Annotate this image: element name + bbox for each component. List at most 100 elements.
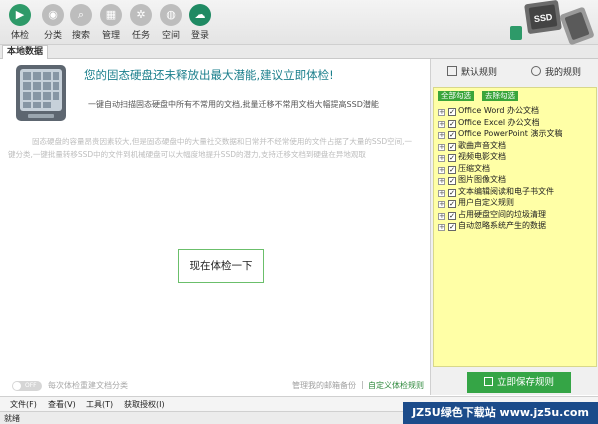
expand-icon[interactable]: + (438, 143, 445, 151)
toolbar-label: 分类 (43, 31, 62, 41)
rule-label: 用户自定义规则 (458, 198, 514, 207)
smiley-icon (531, 66, 541, 76)
rule-label: 视频电影文档 (458, 152, 506, 161)
expand-icon[interactable]: + (438, 224, 445, 231)
tab-local-data[interactable]: 本地数据 (2, 45, 49, 59)
main-panel: 您的固态硬盘还未释放出最大潜能,建议立即体检! 一键自动扫描固态硬盘中所有不常用… (0, 59, 430, 395)
menu-tools[interactable]: 工具(T) (86, 399, 113, 410)
rule-item[interactable]: + ✓ 视频电影文档 (438, 151, 598, 163)
tab-my-rules[interactable]: 我的规则 (531, 65, 581, 78)
toolbar-button-health-check[interactable]: ▶ 体检 (6, 2, 34, 42)
tab-strip: 本地数据 (0, 45, 598, 59)
gear-icon: ✲ (130, 4, 152, 26)
rule-item[interactable]: + ✓ 歌曲声音文档 (438, 140, 598, 152)
rule-item[interactable]: + ✓ Office PowerPoint 演示文稿 (438, 128, 598, 140)
rule-checkbox[interactable]: ✓ (448, 200, 456, 208)
tab-default-label: 默认规则 (461, 68, 498, 78)
rules-list: + ✓ Office Word 办公文档 + ✓ Office Excel 办公文档 + ✓ O… (438, 105, 598, 232)
site-watermark: JZ5U绿色下载站 www.jz5u.com (403, 402, 598, 424)
save-rules-label: 立即保存规则 (496, 377, 554, 388)
expand-icon[interactable]: + (438, 178, 445, 185)
expand-icon[interactable]: + (438, 189, 445, 197)
health-check-icon: ▶ (9, 4, 31, 26)
rule-label: 压缩文档 (458, 163, 490, 173)
toggle-state: OFF (25, 382, 37, 389)
toolbar-button-space[interactable]: ◍ 空间 (157, 2, 185, 42)
document-icon (447, 66, 457, 76)
menu-view[interactable]: 查看(V) (48, 399, 76, 410)
rule-checkbox[interactable]: ✓ (448, 154, 456, 162)
toolbar-button-manage[interactable]: ▦ 管理 (97, 2, 125, 42)
status-text: 就绪 (4, 414, 20, 423)
link-separator: | (361, 380, 364, 389)
toolbar-button-tasks[interactable]: ✲ 任务 (127, 2, 155, 42)
toolbar-button-login[interactable]: ☁ 登录 (186, 2, 214, 42)
menu-license[interactable]: 获取授权(I) (124, 399, 165, 410)
rules-panel: 默认规则 我的规则 全部勾选 去除勾选 + ✓ Office Word 办公文档 + ✓… (430, 59, 598, 395)
rule-item[interactable]: + ✓ 文本编辑阅读和电子书文件 (438, 186, 598, 198)
toolbar-label: 任务 (131, 31, 150, 41)
save-rules-button[interactable]: 立即保存规则 (467, 372, 571, 393)
select-all-button[interactable]: 全部勾选 (438, 91, 474, 101)
rules-tabs: 默认规则 我的规则 (431, 59, 598, 87)
rule-checkbox[interactable]: ✓ (448, 142, 456, 151)
ssd-drive-icon (16, 65, 66, 121)
rule-item[interactable]: + ✓ Office Excel 办公文档 (438, 117, 598, 129)
toolbar-label: 空间 (161, 31, 180, 41)
top-toolbar: ▶ 体检 ◉ 分类 ⌕ 搜索 ▦ 管理 ✲ 任务 ◍ 空间 ☁ 登录 SSD (0, 0, 598, 45)
cloud-icon: ☁ (189, 4, 211, 26)
rule-label: 自动忽略系统产生的数据 (458, 221, 546, 230)
ssd-banner-art: SSD (510, 0, 594, 45)
toolbar-button-classify[interactable]: ◉ 分类 (39, 2, 67, 42)
toolbar-label: 登录 (190, 31, 209, 41)
toggle-knob (13, 382, 21, 390)
expand-icon[interactable]: + (438, 155, 445, 162)
rule-checkbox[interactable]: ✓ (448, 108, 456, 116)
rule-item[interactable]: + ✓ Office Word 办公文档 (438, 105, 598, 117)
subline: 一键自动扫描固态硬盘中所有不常用的文档,批量迁移不常用文档大幅提高SSD潜能 (88, 100, 379, 109)
expand-icon[interactable]: + (438, 201, 445, 208)
rule-label: 歌曲声音文档 (458, 140, 506, 150)
expand-icon[interactable]: + (438, 120, 445, 128)
manage-backup-link[interactable]: 管理我的邮箱备份 (292, 380, 356, 391)
rule-checkbox[interactable]: ✓ (448, 177, 456, 185)
save-disk-icon (483, 377, 493, 386)
tab-mine-label: 我的规则 (545, 68, 582, 78)
expand-icon[interactable]: + (438, 109, 445, 116)
rule-label: Office Word 办公文档 (458, 106, 539, 115)
rule-checkbox[interactable]: ✓ (448, 223, 456, 231)
expand-icon[interactable]: + (438, 212, 445, 220)
rule-checkbox[interactable]: ✓ (448, 119, 456, 128)
rule-item[interactable]: + ✓ 自动忽略系统产生的数据 (438, 220, 598, 232)
toolbar-button-search[interactable]: ⌕ 搜索 (67, 2, 95, 42)
rule-checkbox[interactable]: ✓ (448, 165, 456, 174)
description: 固态硬盘的容量昂贵因素较大,但是固态硬盘中的大量社交数据和日常并不经常使用的文件… (8, 137, 413, 159)
rule-label: 文本编辑阅读和电子书文件 (458, 186, 554, 196)
rebuild-toggle[interactable]: OFF (12, 381, 42, 391)
location-pin-icon: ◉ (42, 4, 64, 26)
search-icon: ⌕ (70, 4, 92, 26)
expand-icon[interactable]: + (438, 132, 445, 139)
rule-item[interactable]: + ✓ 占用硬盘空间的垃圾清理 (438, 209, 598, 221)
toolbar-label: 搜索 (71, 31, 90, 41)
start-check-button[interactable]: 现在体检一下 (178, 249, 264, 283)
rule-checkbox[interactable]: ✓ (448, 131, 456, 139)
rule-checkbox[interactable]: ✓ (448, 211, 456, 220)
expand-icon[interactable]: + (438, 166, 445, 174)
deselect-all-button[interactable]: 去除勾选 (482, 91, 518, 101)
rule-item[interactable]: + ✓ 压缩文档 (438, 163, 598, 175)
tab-default-rules[interactable]: 默认规则 (447, 65, 497, 78)
headline: 您的固态硬盘还未释放出最大潜能,建议立即体检! (84, 68, 334, 82)
toggle-label: 每次体检重建文档分类 (48, 381, 128, 390)
rule-checkbox[interactable]: ✓ (448, 188, 456, 197)
rule-item[interactable]: + ✓ 用户自定义规则 (438, 197, 598, 209)
rule-item[interactable]: + ✓ 图片图像文档 (438, 174, 598, 186)
grid-icon: ▦ (100, 4, 122, 26)
toolbar-label: 管理 (101, 31, 120, 41)
toolbar-label: 体检 (10, 31, 29, 41)
rule-label: 占用硬盘空间的垃圾清理 (458, 209, 546, 219)
space-icon: ◍ (160, 4, 182, 26)
menu-file[interactable]: 文件(F) (10, 399, 37, 410)
rules-list-box: 全部勾选 去除勾选 + ✓ Office Word 办公文档 + ✓ Office Exc… (433, 87, 597, 367)
custom-rules-link[interactable]: 自定义体检规则 (368, 380, 424, 391)
